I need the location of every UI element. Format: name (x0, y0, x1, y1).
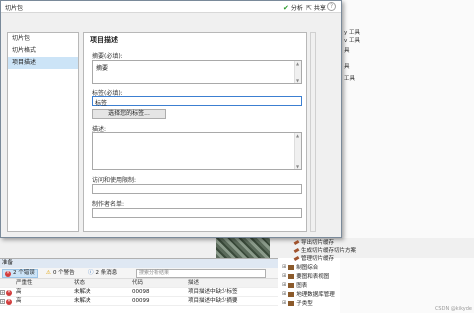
tree-item-label: 地理数据库管理 (296, 292, 335, 298)
row-severity: 高 (16, 289, 22, 295)
tool-icon (293, 247, 300, 253)
summary-field[interactable]: 摘要 (92, 60, 302, 84)
toolbox-icon (288, 273, 295, 279)
share-button[interactable]: ⇱ 共享 (306, 3, 326, 12)
description-field[interactable] (92, 132, 302, 170)
summary-scrollbar[interactable] (294, 61, 301, 83)
tags-field[interactable]: 标签 (92, 96, 302, 107)
analysis-panel: 准备 ✕ 2 个错误 ⚠ 0 个警告 ⓘ 2 条消息 搜索分析结果 严重性 状态… (0, 258, 278, 313)
background-text-tool1: y 工具 (344, 30, 361, 36)
tree-item-label: 图表 (296, 283, 308, 289)
tree-item-map-views[interactable]: ⊞ 要图和表视图 (282, 272, 329, 280)
tree-item-geodatabase[interactable]: ⊞ 地理数据库管理 (282, 290, 335, 298)
summary-label: 摘要(必填): (92, 53, 123, 60)
share-label: 共享 (313, 5, 326, 12)
nav-panel: 切片包 切片格式 项目描述 (7, 32, 79, 232)
tree-item-label: 子类型 (296, 301, 313, 307)
row-description: 项目描述中缺少摘要 (188, 298, 238, 304)
row-severity: 高 (16, 298, 22, 304)
tool-icon (293, 239, 300, 245)
tree-item-charts[interactable]: ⊞ 图表 (282, 281, 307, 289)
description-scrollbar[interactable] (294, 133, 301, 169)
messages-filter-button[interactable]: ⓘ 2 条消息 (86, 269, 119, 278)
tree-item-export-cache[interactable]: 导出切片缓存 (293, 238, 335, 246)
row-description: 项目描述中缺少标签 (188, 289, 238, 295)
watermark: CSDN @kikyde (434, 306, 472, 312)
errors-filter-button[interactable]: ✕ 2 个错误 (2, 269, 38, 278)
warnings-filter-label: 0 个警告 (52, 270, 75, 276)
tree-item-label: 生成切片缓存切片方案 (301, 248, 357, 254)
errors-filter-label: 2 个错误 (13, 270, 35, 276)
table-row[interactable]: + ✕ 高 未解决 00099 项目描述中缺少摘要 (0, 297, 278, 306)
toolbox-icon (288, 264, 295, 270)
error-icon: ✕ (6, 299, 12, 305)
check-icon: ✔ (283, 3, 289, 12)
warning-icon: ⚠ (46, 270, 51, 276)
analyze-label: 分析 (290, 5, 303, 12)
toolbox-icon (288, 291, 295, 297)
col-status[interactable]: 状态 (74, 279, 132, 287)
row-status: 未解决 (74, 289, 91, 295)
dialog-titlebar: 切片包 ✔ 分析 ⇱ 共享 ? (1, 1, 341, 13)
expand-icon[interactable]: ⊞ (282, 264, 286, 270)
tree-item-label: 制图综合 (296, 265, 319, 271)
col-severity[interactable]: 严重性 (16, 279, 74, 287)
map-thumbnail (216, 236, 270, 258)
error-icon: ✕ (6, 290, 12, 296)
table-header: 严重性 状态 代码 描述 (0, 279, 278, 288)
expand-icon[interactable]: ⊞ (282, 273, 286, 279)
access-label: 访问和使用限制: (92, 177, 137, 184)
background-app-panel (340, 0, 474, 313)
expand-icon[interactable]: ⊞ (282, 300, 286, 306)
dialog-scrollbar[interactable] (310, 32, 316, 232)
background-text-tool2: v 工具 (344, 38, 361, 44)
tree-item-generalization[interactable]: ⊞ 制图综合 (282, 263, 318, 271)
background-text-frag1: 具 (344, 48, 350, 54)
analysis-panel-title: 准备 (0, 259, 278, 268)
tree-item-subtypes[interactable]: ⊞ 子类型 (282, 299, 313, 307)
error-icon: ✕ (5, 271, 11, 277)
analysis-toolbar: ✕ 2 个错误 ⚠ 0 个警告 ⓘ 2 条消息 搜索分析结果 (0, 268, 278, 279)
info-icon: ⓘ (88, 270, 94, 276)
share-icon: ⇱ (306, 3, 312, 12)
background-text-frag3: 工具 (344, 76, 356, 82)
nav-item-tile-package[interactable]: 切片包 (8, 33, 78, 45)
nav-item-item-description[interactable]: 项目描述 (8, 57, 78, 69)
item-description-panel: 项目描述 摘要(必填): 摘要 标签(必填): 标签 选择您的标签... 描述:… (83, 32, 307, 232)
row-code: 00099 (132, 298, 150, 304)
nav-item-tile-format[interactable]: 切片格式 (8, 45, 78, 57)
table-row[interactable]: + ✕ 高 未解决 00098 项目描述中缺少标签 (0, 288, 278, 297)
tree-item-label: 管理切片缓存 (301, 256, 335, 262)
messages-filter-label: 2 条消息 (95, 270, 118, 276)
col-code[interactable]: 代码 (132, 279, 188, 287)
expand-icon[interactable]: ⊞ (282, 282, 286, 288)
expand-icon[interactable]: + (0, 299, 5, 304)
credits-label: 制作者名单: (92, 201, 125, 208)
col-description[interactable]: 描述 (188, 279, 278, 287)
toolbox-icon (288, 282, 295, 288)
tree-item-label: 要图和表视图 (296, 274, 330, 280)
select-tags-button[interactable]: 选择您的标签... (92, 109, 166, 119)
credits-field[interactable] (92, 208, 302, 218)
warnings-filter-button[interactable]: ⚠ 0 个警告 (44, 269, 77, 278)
dialog-title: 切片包 (5, 5, 24, 12)
section-title: 项目描述 (90, 36, 118, 44)
expand-icon[interactable]: ⊞ (282, 291, 286, 297)
analyze-button[interactable]: ✔ 分析 (283, 3, 303, 12)
access-field[interactable] (92, 184, 302, 194)
tool-icon (293, 255, 300, 261)
toolbox-icon (288, 300, 295, 306)
row-code: 00098 (132, 289, 150, 295)
tree-item-manage-cache[interactable]: 管理切片缓存 (293, 254, 335, 262)
analysis-search-input[interactable]: 搜索分析结果 (136, 269, 266, 278)
summary-value: 摘要 (96, 65, 109, 72)
tree-item-label: 导出切片缓存 (301, 240, 335, 246)
expand-icon[interactable]: + (0, 290, 5, 295)
row-status: 未解决 (74, 298, 91, 304)
tile-package-dialog: 切片包 ✔ 分析 ⇱ 共享 ? 切片包 切片格式 项目描述 项目描述 摘要(必填… (0, 0, 342, 238)
background-text-frag2: 具 (344, 64, 350, 70)
help-icon[interactable]: ? (327, 2, 336, 11)
tree-item-generate-scheme[interactable]: 生成切片缓存切片方案 (293, 246, 357, 254)
analysis-table: 严重性 状态 代码 描述 + ✕ 高 未解决 00098 项目描述中缺少标签 +… (0, 279, 278, 306)
